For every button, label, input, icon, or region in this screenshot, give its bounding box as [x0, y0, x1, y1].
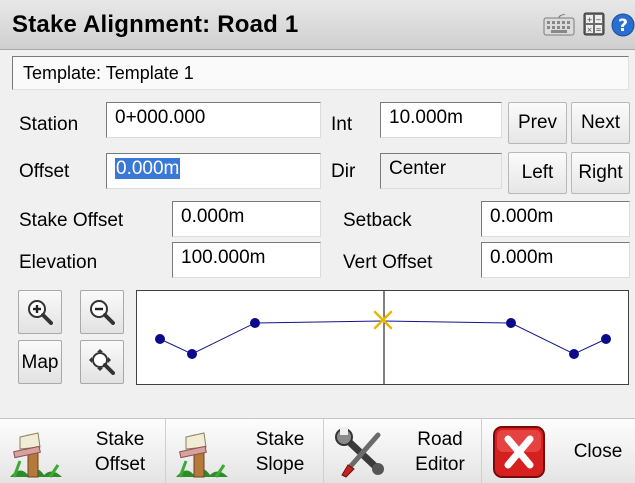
stake-offset-input[interactable]: 0.000m	[172, 201, 321, 237]
interval-input[interactable]: 10.000m	[380, 102, 502, 138]
template-node	[250, 318, 260, 328]
tools-icon	[335, 427, 384, 478]
right-button[interactable]: Right	[571, 152, 630, 194]
offset-value: 0.000m	[115, 158, 181, 179]
offset-input[interactable]: 0.000m	[106, 153, 321, 189]
calculator-icon[interactable]: + − × =	[583, 12, 605, 36]
svg-text:=: =	[596, 26, 602, 34]
zoom-in-button[interactable]	[18, 290, 62, 334]
stake-offset-label: Stake Offset	[19, 210, 124, 231]
svg-text:?: ?	[618, 16, 628, 36]
zoom-in-icon	[28, 300, 53, 325]
prev-button[interactable]: Prev	[508, 102, 567, 144]
vert-offset-input[interactable]: 0.000m	[481, 242, 630, 278]
cross-section-view	[136, 290, 629, 385]
road-editor-button[interactable]: Road Editor	[324, 419, 482, 483]
svg-text:−: −	[596, 16, 602, 24]
svg-text:+: +	[587, 16, 593, 24]
direction-label: Dir	[331, 161, 356, 182]
zoom-extents-button[interactable]	[80, 340, 124, 384]
cross-section-graphic	[155, 291, 611, 384]
stake-offset-button[interactable]: Stake Offset	[0, 419, 166, 483]
stake-slope-label-line2: Slope	[255, 454, 305, 475]
title-bar: Stake Alignment: Road 1 + − × = ?	[0, 0, 635, 50]
close-icon	[493, 426, 545, 478]
template-field[interactable]: Template: Template 1	[12, 56, 629, 90]
svg-text:×: ×	[587, 26, 593, 34]
direction-field: Center	[380, 153, 502, 189]
template-node	[569, 349, 579, 359]
close-button[interactable]: Close	[482, 419, 635, 483]
stake-offset-label-line1: Stake	[95, 429, 145, 450]
road-editor-label-line1: Road	[417, 429, 463, 450]
elevation-input[interactable]: 100.000m	[172, 242, 321, 278]
next-button[interactable]: Next	[571, 102, 630, 144]
zoom-out-button[interactable]	[80, 290, 124, 334]
template-node	[155, 334, 165, 344]
map-button[interactable]: Map	[18, 340, 62, 384]
stake-icon	[176, 432, 228, 478]
setback-input[interactable]: 0.000m	[481, 201, 630, 237]
stake-slope-label-line1: Stake	[255, 429, 305, 450]
station-label: Station	[19, 114, 79, 135]
elevation-label: Elevation	[19, 252, 98, 273]
stake-offset-label-line2: Offset	[94, 454, 146, 475]
template-node	[506, 318, 516, 328]
setback-label: Setback	[343, 210, 412, 231]
stake-slope-button[interactable]: Stake Slope	[166, 419, 324, 483]
zoom-out-icon	[90, 300, 115, 325]
interval-label: Int	[331, 114, 353, 135]
vert-offset-label: Vert Offset	[343, 252, 433, 273]
template-node	[601, 334, 611, 344]
stake-target-marker	[373, 310, 393, 330]
stake-icon	[10, 432, 62, 478]
window-title: Stake Alignment: Road 1	[12, 11, 299, 38]
template-profile	[159, 320, 607, 355]
template-node	[187, 349, 197, 359]
zoom-extents-icon	[89, 349, 115, 375]
help-icon[interactable]: ?	[611, 13, 635, 37]
close-label: Close	[573, 441, 623, 462]
keyboard-icon[interactable]	[543, 14, 575, 36]
station-input[interactable]: 0+000.000	[106, 102, 321, 138]
offset-label: Offset	[19, 161, 70, 182]
road-editor-label-line2: Editor	[415, 454, 465, 475]
bottom-toolbar: Stake Offset Stake Slope Road Editor Clo…	[0, 418, 635, 483]
left-button[interactable]: Left	[508, 152, 567, 194]
